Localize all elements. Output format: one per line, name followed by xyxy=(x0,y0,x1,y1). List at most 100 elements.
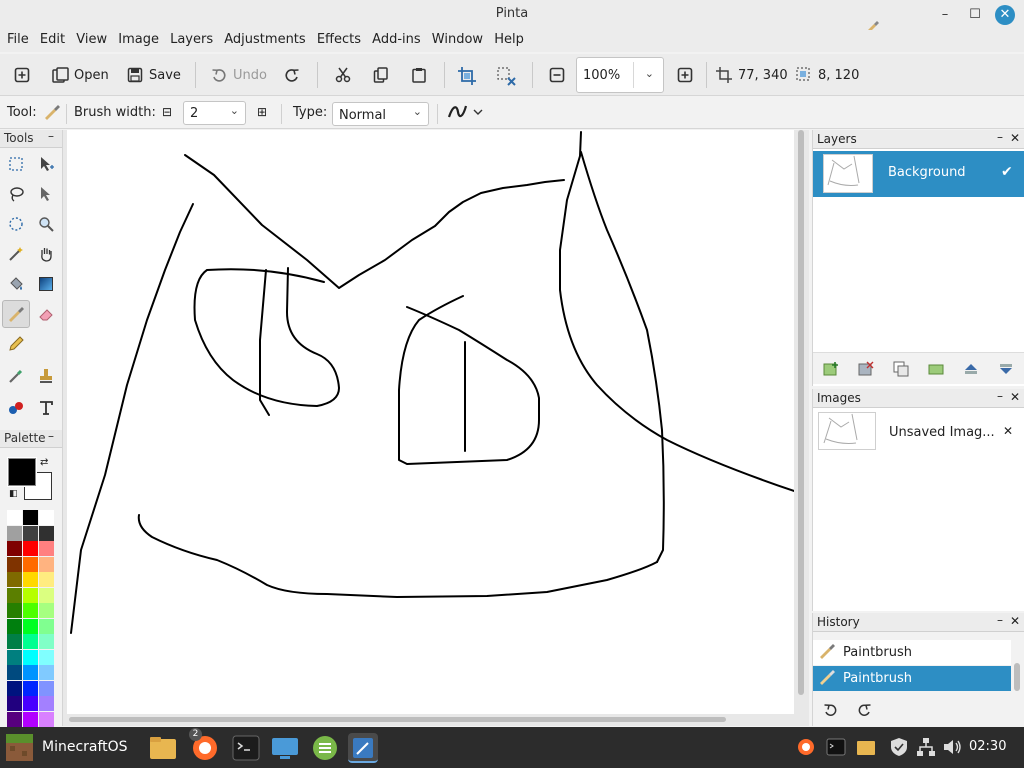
image-row[interactable]: Unsaved Imag... ✕ xyxy=(813,411,1024,453)
drawing-canvas[interactable] xyxy=(67,130,798,714)
zoom-in-button[interactable] xyxy=(677,64,693,86)
palette-color-swatch[interactable] xyxy=(7,556,22,572)
type-combobox[interactable]: Normal ⌄ xyxy=(332,102,429,126)
palette-color-swatch[interactable] xyxy=(7,649,22,665)
increase-width-button[interactable]: ⊞ xyxy=(257,105,267,119)
ellipse-select-tool[interactable] xyxy=(2,210,30,238)
firefox-tray-icon[interactable] xyxy=(796,737,816,761)
antialiasing-button[interactable] xyxy=(447,103,489,125)
menu-effects[interactable]: Effects xyxy=(317,30,361,47)
menu-window[interactable]: Window xyxy=(432,30,483,47)
add-layer-icon[interactable] xyxy=(823,361,839,381)
palette-color-swatch[interactable] xyxy=(7,680,22,696)
palette-color-swatch[interactable] xyxy=(23,711,38,727)
move-layer-down-icon[interactable] xyxy=(998,361,1014,381)
history-item[interactable]: Paintbrush xyxy=(813,640,1011,665)
palette-color-swatch[interactable] xyxy=(39,603,54,618)
close-panel-button[interactable]: ✕ xyxy=(1010,131,1020,145)
paintbrush-tool[interactable] xyxy=(2,300,30,328)
history-redo-icon[interactable] xyxy=(856,702,872,722)
cut-button[interactable] xyxy=(335,64,351,86)
palette-color-swatch[interactable] xyxy=(7,510,22,525)
close-image-button[interactable]: ✕ xyxy=(1003,424,1013,438)
eraser-tool[interactable] xyxy=(32,300,60,328)
decrease-width-button[interactable]: ⊟ xyxy=(162,105,172,119)
pencil-tool[interactable] xyxy=(2,330,30,358)
palette-color-swatch[interactable] xyxy=(7,634,22,649)
pan-tool[interactable] xyxy=(32,240,60,268)
palette-color-swatch[interactable] xyxy=(23,665,38,680)
maximize-button[interactable]: ☐ xyxy=(966,6,984,24)
software-manager-icon[interactable] xyxy=(310,733,340,763)
palette-color-swatch[interactable] xyxy=(23,525,38,541)
palette-color-swatch[interactable] xyxy=(23,634,38,649)
zoom-tool[interactable] xyxy=(32,210,60,238)
layer-row[interactable]: Background ✔ xyxy=(813,151,1024,197)
horizontal-scrollbar[interactable] xyxy=(69,717,726,722)
text-tool[interactable] xyxy=(32,394,60,422)
start-menu-icon[interactable] xyxy=(6,734,33,761)
minimize-panel-button[interactable]: – xyxy=(997,613,1003,627)
palette-color-swatch[interactable] xyxy=(39,510,54,525)
palette-color-swatch[interactable] xyxy=(39,587,54,603)
palette-color-swatch[interactable] xyxy=(39,556,54,572)
crop-to-selection-button[interactable] xyxy=(458,64,476,86)
close-panel-button[interactable]: ✕ xyxy=(1010,390,1020,404)
minimize-panel-button[interactable]: – xyxy=(48,129,54,143)
history-item-selected[interactable]: Paintbrush xyxy=(813,666,1011,691)
palette-color-swatch[interactable] xyxy=(39,665,54,680)
deselect-button[interactable] xyxy=(497,64,516,86)
palette-color-swatch[interactable] xyxy=(39,711,54,727)
palette-color-swatch[interactable] xyxy=(39,680,54,696)
zoom-out-button[interactable] xyxy=(549,64,565,86)
gradient-tool[interactable] xyxy=(32,270,60,298)
menu-file[interactable]: File xyxy=(7,30,29,47)
palette-color-swatch[interactable] xyxy=(7,572,22,587)
open-button[interactable]: Open xyxy=(52,64,109,86)
minimize-panel-button[interactable]: – xyxy=(48,429,54,443)
shield-icon[interactable] xyxy=(889,737,909,761)
close-panel-button[interactable]: ✕ xyxy=(1010,614,1020,628)
terminal-tray-icon[interactable] xyxy=(826,737,846,761)
paste-button[interactable] xyxy=(411,64,427,86)
palette-color-swatch[interactable] xyxy=(23,603,38,618)
palette-color-swatch[interactable] xyxy=(39,525,54,541)
palette-color-swatch[interactable] xyxy=(39,649,54,665)
palette-color-swatch[interactable] xyxy=(23,541,38,556)
network-icon[interactable] xyxy=(916,737,936,761)
minimize-panel-button[interactable]: – xyxy=(997,130,1003,144)
save-button[interactable]: Save xyxy=(127,64,181,86)
palette-color-swatch[interactable] xyxy=(39,696,54,711)
palette-color-swatch[interactable] xyxy=(39,572,54,587)
palette-color-swatch[interactable] xyxy=(7,587,22,603)
menu-edit[interactable]: Edit xyxy=(40,30,65,47)
files-app-icon[interactable] xyxy=(148,733,178,763)
primary-color-swatch[interactable] xyxy=(7,457,37,487)
palette-color-swatch[interactable] xyxy=(39,541,54,556)
history-scrollbar[interactable] xyxy=(1014,663,1020,691)
chevron-down-icon[interactable]: ⌄ xyxy=(645,67,654,80)
vertical-scrollbar[interactable] xyxy=(798,130,804,695)
minimize-button[interactable]: – xyxy=(936,6,954,24)
delete-layer-icon[interactable] xyxy=(858,361,874,381)
pinta-app-icon[interactable] xyxy=(348,733,378,763)
move-selection-tool[interactable] xyxy=(32,180,60,208)
reset-colors-icon[interactable]: ◧ xyxy=(9,489,18,499)
palette-color-swatch[interactable] xyxy=(23,649,38,665)
recolor-tool[interactable] xyxy=(2,394,30,422)
new-image-button[interactable] xyxy=(14,64,30,86)
clone-stamp-tool[interactable] xyxy=(32,362,60,390)
move-layer-up-icon[interactable] xyxy=(963,361,979,381)
start-menu-label[interactable]: MinecraftOS xyxy=(42,739,128,755)
redo-button[interactable] xyxy=(284,64,300,86)
rectangle-select-tool[interactable] xyxy=(2,150,30,178)
magic-wand-tool[interactable] xyxy=(2,240,30,268)
duplicate-layer-icon[interactable] xyxy=(893,361,909,381)
copy-button[interactable] xyxy=(373,64,389,86)
move-selected-tool[interactable] xyxy=(32,150,60,178)
folder-tray-icon[interactable] xyxy=(856,737,876,761)
palette-color-swatch[interactable] xyxy=(7,696,22,711)
palette-color-swatch[interactable] xyxy=(23,680,38,696)
chevron-down-icon[interactable]: ⌄ xyxy=(413,105,422,118)
palette-color-swatch[interactable] xyxy=(23,618,38,634)
